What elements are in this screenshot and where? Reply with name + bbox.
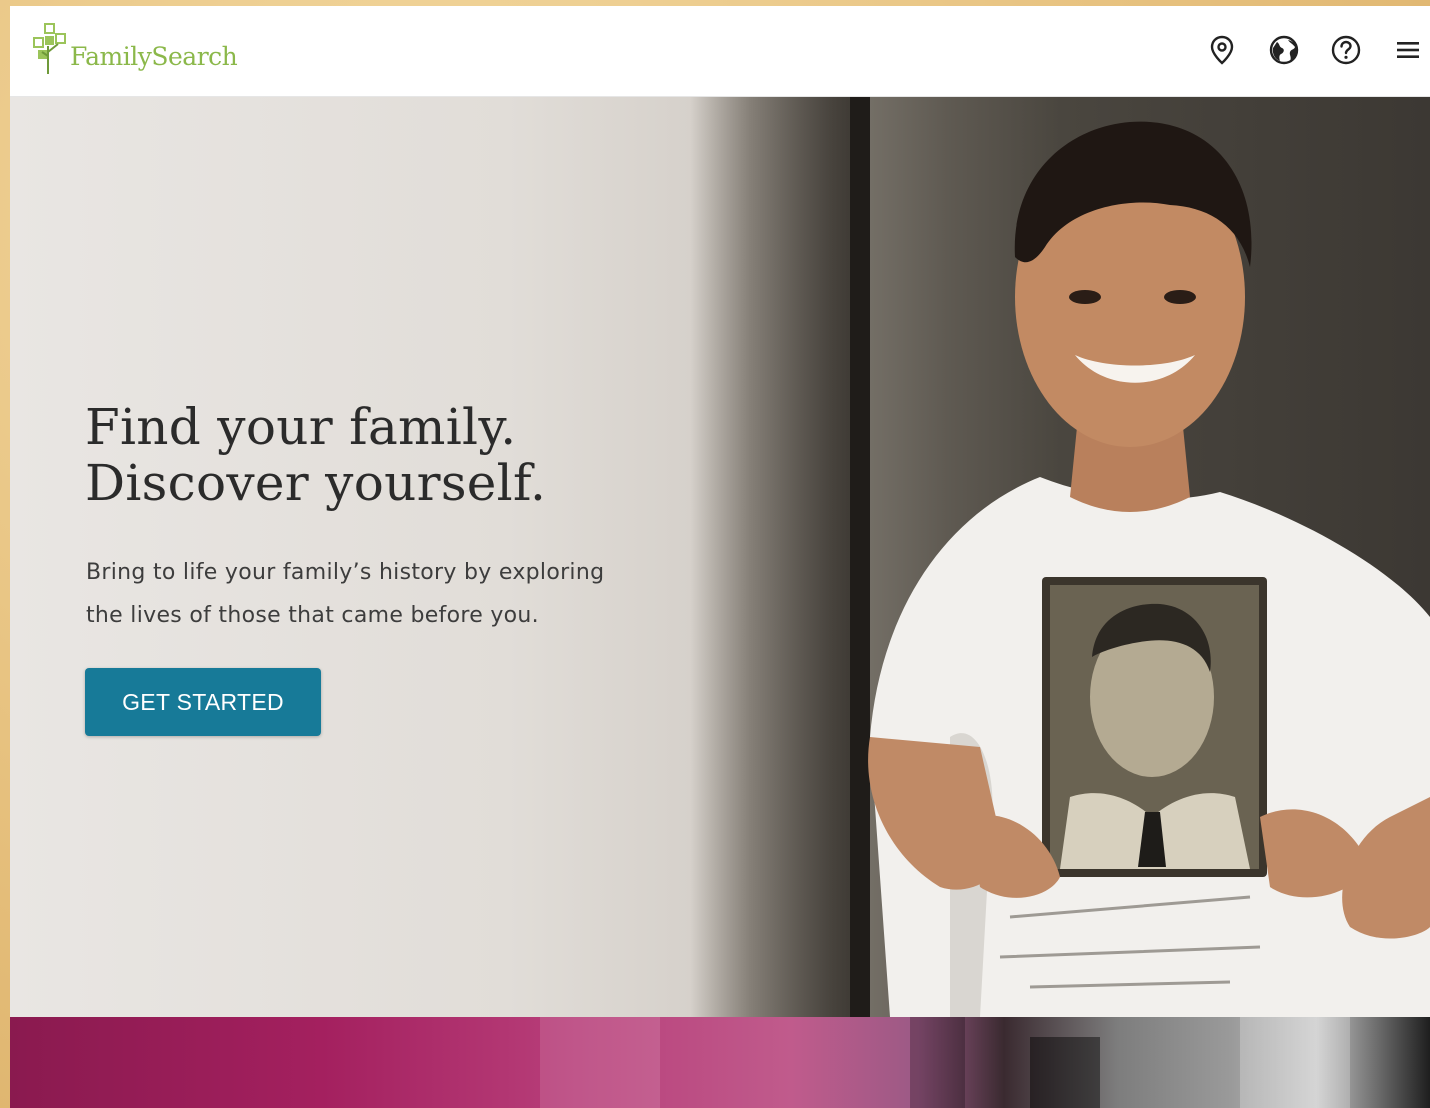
hero-section: Find your family. Discover yourself. Bri… bbox=[10, 97, 1430, 1017]
next-section-preview-band bbox=[10, 1017, 1430, 1108]
band-photo-collage bbox=[540, 1017, 1350, 1108]
menu-icon[interactable] bbox=[1392, 34, 1424, 66]
headline-line-1: Find your family. bbox=[85, 398, 517, 456]
subtext-line-1: Bring to life your family’s history by e… bbox=[86, 560, 605, 585]
subtext-line-2: the lives of those that came before you. bbox=[86, 603, 539, 628]
site-header: FamilySearch bbox=[10, 6, 1430, 97]
get-started-button[interactable]: GET STARTED bbox=[85, 668, 321, 736]
hero-subtext: Bring to life your family’s history by e… bbox=[86, 551, 706, 637]
headline-line-2: Discover yourself. bbox=[85, 454, 547, 512]
location-pin-icon[interactable] bbox=[1206, 34, 1238, 66]
help-icon[interactable] bbox=[1330, 34, 1362, 66]
hero-photo-boy-holding-portrait bbox=[868, 121, 1430, 1017]
familysearch-logo[interactable]: FamilySearch bbox=[30, 20, 238, 80]
hero-headline: Find your family. Discover yourself. bbox=[85, 399, 546, 511]
globe-icon[interactable] bbox=[1268, 34, 1300, 66]
family-tree-icon bbox=[33, 23, 66, 74]
header-icon-bar bbox=[1206, 34, 1424, 66]
web-page: FamilySearch Find your family. Discover … bbox=[10, 6, 1430, 1108]
brand-name: FamilySearch bbox=[70, 41, 238, 71]
